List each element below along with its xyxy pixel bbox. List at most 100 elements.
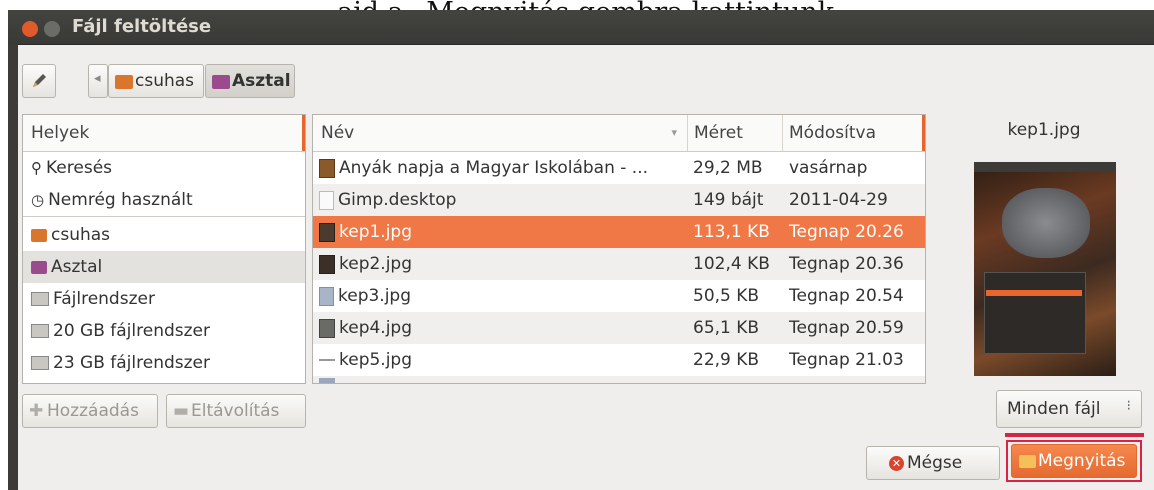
- image-icon: [319, 378, 335, 383]
- highlight-line: [1005, 433, 1144, 437]
- drive-icon: [31, 356, 49, 370]
- cancel-label: Mégse: [907, 453, 963, 473]
- image-icon: [319, 254, 335, 274]
- file-row[interactable]: kep2.jpg 102,4 KB Tegnap 20.36: [313, 248, 925, 280]
- places-item-label: Fájlrendszer: [53, 289, 155, 309]
- file-list: Név ▾ Méret Módosítva Anyák napja a Magy…: [312, 114, 926, 384]
- plus-icon: ✚: [29, 401, 44, 421]
- column-name[interactable]: Név ▾: [313, 115, 688, 151]
- file-list-header: Név ▾ Méret Módosítva: [313, 115, 925, 152]
- home-folder-icon: [31, 228, 47, 242]
- places-pane: Helyek ⚲ Keresés ◷ Nemrég használt csuhas …: [22, 114, 306, 384]
- drive-icon: [31, 324, 49, 338]
- add-place-button[interactable]: ✚ Hozzáadás: [22, 394, 158, 428]
- pencil-icon: [33, 74, 46, 87]
- type-location-button[interactable]: [22, 64, 56, 98]
- file-modified: Tegnap 20.54: [789, 286, 904, 306]
- places-item-search[interactable]: ⚲ Keresés: [23, 152, 305, 184]
- file-chooser-dialog: Fájl feltöltése ◂ csuhas Asztal Helyek ⚲…: [8, 10, 1154, 490]
- file-row-partial: [313, 376, 925, 383]
- file-name: kep4.jpg: [339, 318, 413, 338]
- path-back-button[interactable]: ◂: [88, 64, 108, 98]
- home-folder-icon: [115, 75, 133, 89]
- file-size: 22,9 KB: [693, 350, 760, 370]
- file-modified: Tegnap 20.26: [789, 222, 904, 242]
- crumb-label: csuhas: [135, 71, 195, 91]
- filter-selected-label: Minden fájl: [1007, 399, 1101, 419]
- crumb-csuhas[interactable]: csuhas: [108, 64, 204, 98]
- places-item-label: Nemrég használt: [48, 190, 193, 210]
- file-size: 29,2 MB: [693, 158, 763, 178]
- file-name: kep5.jpg: [339, 350, 413, 370]
- column-size-label: Méret: [694, 123, 743, 143]
- file-size: 65,1 KB: [693, 318, 760, 338]
- search-icon: ⚲: [31, 159, 42, 177]
- file-size: 102,4 KB: [693, 254, 770, 274]
- file-name: kep3.jpg: [338, 286, 412, 306]
- crumb-label: Asztal: [232, 71, 291, 91]
- places-item-asztal[interactable]: Asztal: [23, 251, 305, 283]
- file-type-filter[interactable]: Minden fájl ⁝: [996, 390, 1142, 428]
- file-name: Gimp.desktop: [338, 190, 457, 210]
- places-item-label: 23 GB fájlrendszer: [53, 353, 210, 373]
- file-modified: Tegnap 20.59: [789, 318, 904, 338]
- remove-place-label: Eltávolítás: [191, 401, 280, 421]
- column-resize-handle[interactable]: [302, 115, 305, 151]
- places-item-label: 20 GB fájlrendszer: [53, 321, 210, 341]
- file-row[interactable]: kep5.jpg 22,9 KB Tegnap 21.03: [313, 344, 925, 376]
- clock-icon: ◷: [31, 191, 45, 209]
- sort-down-icon: ▾: [671, 126, 677, 139]
- drive-icon: [31, 292, 49, 306]
- file-row[interactable]: Gimp.desktop 149 bájt 2011-04-29: [313, 184, 925, 216]
- add-place-label: Hozzáadás: [47, 401, 139, 421]
- minus-icon: ▬: [173, 401, 190, 421]
- remove-place-button[interactable]: ▬ Eltávolítás: [166, 394, 306, 428]
- chevron-left-icon: ◂: [94, 71, 101, 86]
- file-name: kep2.jpg: [339, 254, 413, 274]
- minimize-button[interactable]: [44, 21, 60, 37]
- column-modified-label: Módosítva: [789, 123, 876, 143]
- places-item-label: Keresés: [46, 158, 113, 178]
- crumb-asztal[interactable]: Asztal: [205, 64, 295, 98]
- desktop-edge: [8, 44, 18, 490]
- document-icon: [319, 190, 334, 210]
- file-name: kep1.jpg: [339, 222, 413, 242]
- places-item-recent[interactable]: ◷ Nemrég használt: [23, 184, 305, 216]
- places-item-label: csuhas: [51, 225, 111, 245]
- places-item-20gb[interactable]: 20 GB fájlrendszer: [23, 315, 305, 347]
- image-icon: [319, 318, 335, 338]
- desktop-icon: [212, 75, 230, 89]
- file-size: 149 bájt: [693, 190, 764, 210]
- places-header-label: Helyek: [31, 123, 90, 143]
- file-modified: vasárnap: [789, 158, 868, 178]
- places-item-filesystem[interactable]: Fájlrendszer: [23, 283, 305, 315]
- file-row-selected[interactable]: kep1.jpg 113,1 KB Tegnap 20.26: [313, 216, 925, 248]
- column-size[interactable]: Méret: [688, 115, 783, 151]
- file-modified: 2011-04-29: [789, 190, 888, 210]
- preview-image: [974, 162, 1116, 376]
- places-item-csuhas[interactable]: csuhas: [23, 219, 305, 251]
- image-icon: [319, 359, 335, 361]
- file-modified: Tegnap 21.03: [789, 350, 904, 370]
- file-modified: Tegnap 20.36: [789, 254, 904, 274]
- file-row[interactable]: Anyák napja a Magyar Iskolában - ... 29,…: [313, 152, 925, 184]
- window-title: Fájl feltöltése: [72, 16, 212, 37]
- file-row[interactable]: kep3.jpg 50,5 KB Tegnap 20.54: [313, 280, 925, 312]
- close-button[interactable]: [22, 21, 38, 37]
- file-size: 50,5 KB: [693, 286, 760, 306]
- desktop-icon: [31, 260, 47, 274]
- cancel-icon: ✕: [889, 456, 904, 471]
- file-row[interactable]: kep4.jpg 65,1 KB Tegnap 20.59: [313, 312, 925, 344]
- cancel-button[interactable]: ✕ Mégse: [866, 446, 1000, 480]
- image-icon: [319, 222, 335, 242]
- places-item-23gb[interactable]: 23 GB fájlrendszer: [23, 347, 305, 379]
- places-header: Helyek: [23, 115, 305, 152]
- column-resize-handle[interactable]: [922, 115, 925, 151]
- places-item-label: Asztal: [51, 257, 103, 277]
- open-button[interactable]: Megnyitás: [1011, 444, 1137, 478]
- column-modified[interactable]: Módosítva: [783, 115, 923, 151]
- video-icon: [319, 158, 335, 178]
- preview-filename: kep1.jpg: [1007, 120, 1081, 140]
- folder-open-icon: [1019, 455, 1036, 468]
- file-name: Anyák napja a Magyar Iskolában - ...: [339, 158, 649, 178]
